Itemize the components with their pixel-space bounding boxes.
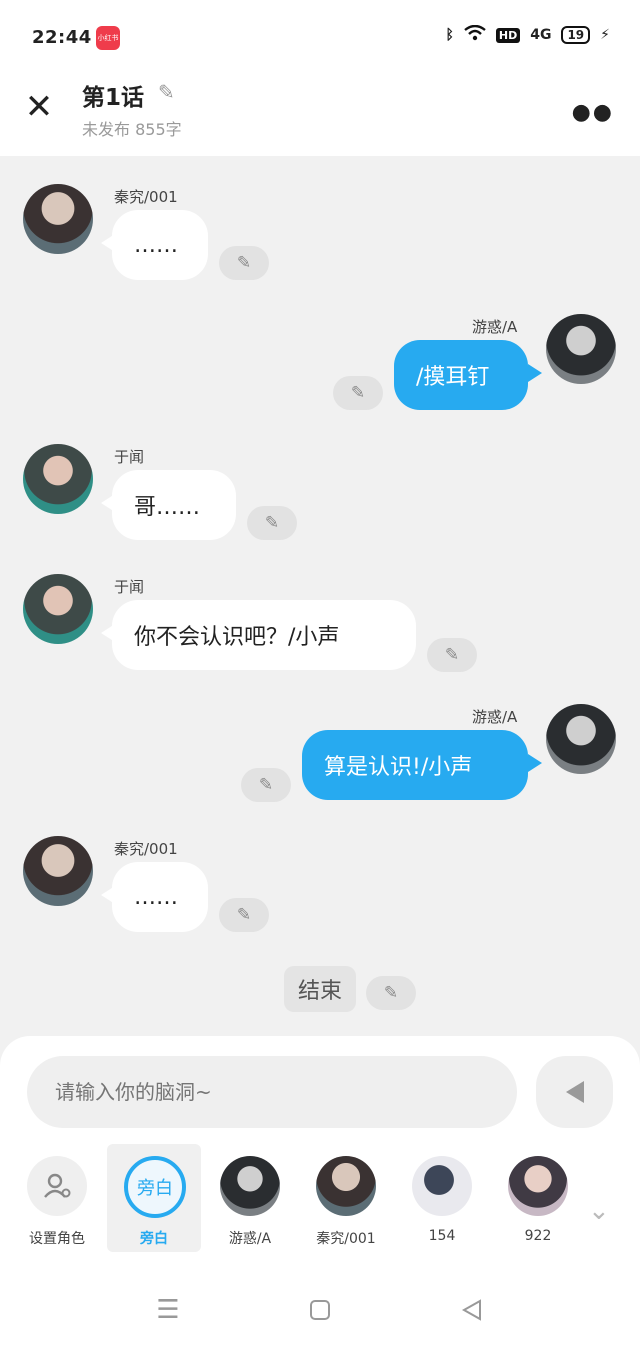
status-bar: 22:44 小红书 ᛒ HD 4G 19 ⚡ [0,0,640,70]
edit-message-button[interactable]: ✎ [247,506,297,540]
page-title: 第1话 [82,85,145,111]
avatar[interactable] [546,314,616,384]
role-item[interactable]: 秦究/001 [301,1144,391,1252]
pencil-icon: ✎ [383,983,399,1003]
menu-icon[interactable]: ☰ [148,1290,188,1330]
pencil-icon: ✎ [236,905,252,925]
send-icon [565,1081,584,1103]
pencil-icon: ✎ [264,513,280,533]
system-nav-bar: ☰ [0,1280,640,1351]
avatar[interactable] [546,704,616,774]
message-bubble[interactable]: /摸耳钉 [394,340,528,410]
close-icon[interactable]: ✕ [22,90,56,124]
pencil-icon: ✎ [444,645,460,665]
role-label: 设置角色 [29,1231,85,1247]
role-item[interactable]: 154 [397,1144,487,1252]
role-item-narration[interactable]: 旁白 旁白 [107,1144,201,1252]
message-bubble[interactable]: …… [112,862,208,932]
bluetooth-icon: ᛒ [445,27,454,43]
message-bubble[interactable]: …… [112,210,208,280]
pencil-icon: ✎ [350,383,366,403]
avatar [220,1156,280,1216]
avatar[interactable] [23,444,93,514]
sender-name: 于闻 [114,578,145,596]
role-label: 旁白 [140,1231,168,1247]
narration-bubble[interactable]: 结束 [284,966,356,1012]
page-subtitle: 未发布 855字 [82,120,182,139]
status-time: 22:44 [32,27,92,48]
narration-avatar: 旁白 [124,1156,186,1218]
pencil-icon: ✎ [236,253,252,273]
battery-icon: 19 [561,26,591,44]
app-icon: 小红书 [96,26,120,50]
sender-name: 游惑/A [472,708,518,726]
role-selector: 设置角色 旁白 旁白 游惑/A 秦究/001 154 922 ⌄ [0,1144,640,1254]
chevron-down-icon[interactable]: ⌄ [588,1196,610,1226]
edit-message-button[interactable]: ✎ [219,898,269,932]
role-item-set-role[interactable]: 设置角色 [12,1144,102,1252]
message-bubble[interactable]: 哥…… [112,470,236,540]
bubble-tail [528,754,542,772]
edit-narration-button[interactable]: ✎ [366,976,416,1010]
user-settings-icon [27,1156,87,1216]
role-label: 922 [524,1228,552,1244]
sender-name: 游惑/A [472,318,518,336]
sender-name: 秦究/001 [114,188,178,206]
pencil-icon: ✎ [258,775,274,795]
edit-message-button[interactable]: ✎ [427,638,477,672]
role-item[interactable]: 922 [493,1144,583,1252]
role-label: 游惑/A [228,1231,272,1247]
wifi-icon [464,24,486,45]
edit-message-button[interactable]: ✎ [219,246,269,280]
chat-area[interactable]: 秦究/001 …… ✎ 游惑/A /摸耳钉 ✎ 于闻 哥…… ✎ 于闻 你不会认… [0,156,640,1036]
avatar[interactable] [23,184,93,254]
edit-message-button[interactable]: ✎ [241,768,291,802]
message-bubble[interactable]: 算是认识!/小声 [302,730,528,800]
back-icon[interactable] [452,1290,492,1330]
role-label: 秦究/001 [316,1231,376,1247]
home-icon[interactable] [300,1290,340,1330]
bubble-tail [528,364,542,382]
status-icons: ᛒ HD 4G 19 ⚡ [445,24,610,45]
avatar [508,1156,568,1216]
message-input[interactable] [27,1056,517,1128]
sender-name: 秦究/001 [114,840,178,858]
avatar[interactable] [23,574,93,644]
edit-message-button[interactable]: ✎ [333,376,383,410]
role-label: 154 [428,1228,456,1244]
more-icon[interactable]: ●● [572,100,614,125]
edit-title-icon[interactable]: ✎ [158,80,175,104]
message-bubble[interactable]: 你不会认识吧？/小声 [112,600,416,670]
avatar[interactable] [23,836,93,906]
avatar [316,1156,376,1216]
header: ✕ 第1话 ✎ 未发布 855字 ●● [0,70,640,156]
charging-icon: ⚡ [600,27,610,43]
send-button[interactable] [536,1056,613,1128]
sender-name: 于闻 [114,448,145,466]
network-label: 4G [530,27,552,43]
hd-badge: HD [495,27,521,43]
avatar [412,1156,472,1216]
role-item[interactable]: 游惑/A [205,1144,295,1252]
